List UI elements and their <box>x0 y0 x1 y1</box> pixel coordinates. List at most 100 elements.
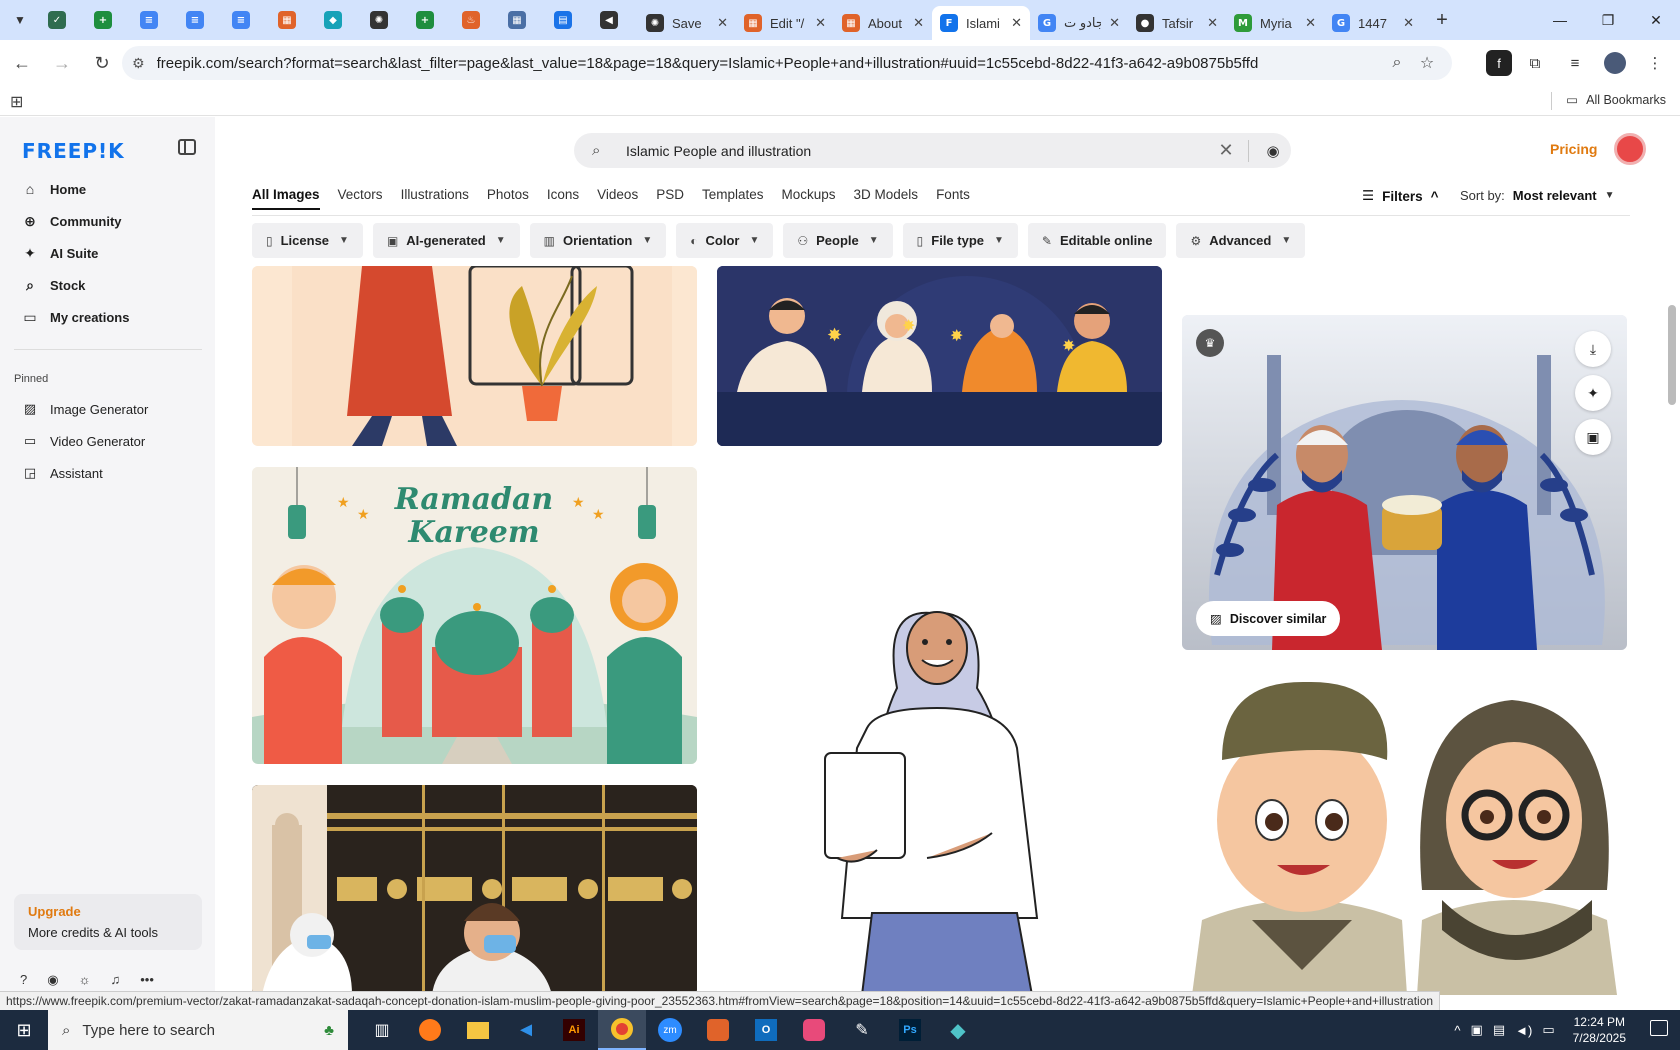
pinned-tab[interactable]: ≡ <box>172 0 218 40</box>
more-icon[interactable]: ••• <box>140 972 154 988</box>
pinned-tab[interactable]: ▤ <box>540 0 586 40</box>
filter-chip-people[interactable]: ⚇ People ▼ <box>783 223 893 258</box>
taskbar-search-box[interactable]: ⌕ Type here to search ♣ <box>48 1010 348 1050</box>
browser-tab[interactable]: ▦ Edit "/ ✕ <box>736 6 834 40</box>
tab-illustrations[interactable]: Illustrations <box>401 187 469 210</box>
sidebar-item-my-creations[interactable]: ▭ My creations <box>14 301 204 333</box>
chrome-icon[interactable] <box>598 1010 646 1050</box>
brand-app-icon[interactable] <box>694 1010 742 1050</box>
search-input[interactable]: Islamic People and illustration <box>626 143 1210 159</box>
browser-tab[interactable]: F Islami ✕ <box>932 6 1030 40</box>
tab-close-icon[interactable]: ✕ <box>717 15 728 31</box>
task-view-icon[interactable]: ▥ <box>358 1010 406 1050</box>
filter-chip-orientation[interactable]: ▥ Orientation ▼ <box>529 223 667 258</box>
image-card-kaaba-hajj[interactable] <box>252 785 697 995</box>
ime-icon[interactable]: ▭ <box>1542 1022 1554 1038</box>
extensions-puzzle-icon[interactable]: ⧉ <box>1518 46 1552 80</box>
discord-icon[interactable]: ◉ <box>47 972 58 988</box>
sidebar-item-community[interactable]: ⊕ Community <box>14 205 204 237</box>
url-text[interactable]: freepik.com/search?format=search&last_fi… <box>157 55 1382 72</box>
browser-tab[interactable]: ▦ About ✕ <box>834 6 932 40</box>
pinned-tab[interactable]: ◆ <box>310 0 356 40</box>
pinned-tab[interactable]: ▦ <box>494 0 540 40</box>
pinned-tab[interactable]: ✓ <box>34 0 80 40</box>
browser-tab[interactable]: G جادو ت ✕ <box>1030 6 1128 40</box>
pinned-tab[interactable]: ♨ <box>448 0 494 40</box>
restore-icon[interactable]: ❐ <box>1584 0 1632 40</box>
notification-bell-icon[interactable]: ♫ <box>111 972 121 988</box>
upgrade-card[interactable]: Upgrade More credits & AI tools <box>14 894 202 950</box>
profile-avatar-icon[interactable] <box>1598 46 1632 80</box>
filter-chip-ai-generated[interactable]: ▣ AI-generated ▼ <box>372 223 520 258</box>
tab-videos[interactable]: Videos <box>597 187 638 210</box>
tab-close-icon[interactable]: ✕ <box>1207 15 1218 31</box>
filter-chip-license[interactable]: ▯ License ▼ <box>252 223 363 258</box>
close-window-icon[interactable]: ✕ <box>1632 0 1680 40</box>
browser-tab[interactable]: M Myria ✕ <box>1226 6 1324 40</box>
tab-vectors[interactable]: Vectors <box>338 187 383 210</box>
address-bar[interactable]: ⚙ freepik.com/search?format=search&last_… <box>122 46 1452 80</box>
tab-templates[interactable]: Templates <box>702 187 764 210</box>
windows-start-icon[interactable]: ⊞ <box>0 1010 48 1050</box>
media-control-icon[interactable]: ≡ <box>1558 46 1592 80</box>
sidebar-item-ai-suite[interactable]: ✦ AI Suite <box>14 237 204 269</box>
taskbar-clock[interactable]: 12:24 PM 7/28/2025 <box>1573 1014 1626 1046</box>
tab-3d-models[interactable]: 3D Models <box>854 187 919 210</box>
freepik-logo[interactable]: FREEP!K <box>22 139 125 163</box>
image-card-cartoon-kids[interactable] <box>1182 670 1627 995</box>
outlook-icon[interactable]: O <box>742 1010 790 1050</box>
browser-tab[interactable]: G 1447 ✕ <box>1324 6 1422 40</box>
browser-tab[interactable]: ● Tafsir ✕ <box>1128 6 1226 40</box>
tab-close-icon[interactable]: ✕ <box>1011 15 1022 31</box>
tab-close-icon[interactable]: ✕ <box>815 15 826 31</box>
tab-mockups[interactable]: Mockups <box>782 187 836 210</box>
pinned-item-video-generator[interactable]: ▭ Video Generator <box>14 425 204 457</box>
forward-icon[interactable]: → <box>44 45 80 81</box>
volume-icon[interactable]: ◄) <box>1515 1023 1532 1038</box>
minimize-icon[interactable]: — <box>1536 0 1584 40</box>
vscode-icon[interactable]: ◄ <box>502 1010 550 1050</box>
image-card-woman-plant[interactable] <box>252 266 697 446</box>
pinned-item-image-generator[interactable]: ▨ Image Generator <box>14 393 204 425</box>
tab-close-icon[interactable]: ✕ <box>913 15 924 31</box>
apps-grid-icon[interactable]: ⊞ <box>10 92 23 112</box>
user-avatar[interactable] <box>1614 133 1646 165</box>
tab-search-chevron-icon[interactable]: ▼ <box>6 6 34 34</box>
tab-close-icon[interactable]: ✕ <box>1403 15 1414 31</box>
tray-display-icon[interactable]: ▣ <box>1471 1022 1483 1038</box>
new-tab-button[interactable]: + <box>1426 4 1458 36</box>
bookmark-star-icon[interactable]: ☆ <box>1412 53 1442 73</box>
filter-chip-editable-online[interactable]: ✎ Editable online <box>1027 223 1167 258</box>
extension-icon[interactable]: f <box>1486 50 1512 76</box>
pinned-tab[interactable]: + <box>80 0 126 40</box>
reload-icon[interactable]: ↻ <box>84 45 120 81</box>
pen-tool-icon[interactable]: ✎ <box>838 1010 886 1050</box>
illustrator-icon[interactable]: Ai <box>550 1010 598 1050</box>
pinned-tab[interactable]: ◀ <box>586 0 632 40</box>
pinned-tab[interactable]: ≡ <box>126 0 172 40</box>
sidebar-item-stock[interactable]: ⌕ Stock <box>14 269 204 301</box>
tab-close-icon[interactable]: ✕ <box>1305 15 1316 31</box>
tab-psd[interactable]: PSD <box>656 187 684 210</box>
pinned-tab[interactable]: ✺ <box>356 0 402 40</box>
filter-chip-color[interactable]: ◐ Color ▼ <box>676 223 774 258</box>
tab-close-icon[interactable]: ✕ <box>1109 15 1120 31</box>
sort-dropdown[interactable]: Sort by: Most relevant ▼ <box>1460 188 1615 203</box>
browser-tab[interactable]: ✺ Save ✕ <box>638 6 736 40</box>
pinned-tab[interactable]: ▦ <box>264 0 310 40</box>
pinned-item-assistant[interactable]: ◲ Assistant <box>14 457 204 489</box>
theme-icon[interactable]: ☼ <box>79 972 91 988</box>
zoom-app-icon[interactable]: zm <box>646 1010 694 1050</box>
creative-cloud-icon[interactable] <box>790 1010 838 1050</box>
sidebar-item-home[interactable]: ⌂ Home <box>14 173 204 205</box>
all-bookmarks-button[interactable]: ▭ All Bookmarks <box>1566 92 1666 108</box>
ai-edit-sparkle-icon[interactable]: ✦ <box>1575 375 1611 411</box>
image-card-hijab-woman-clipboard[interactable] <box>717 588 1162 995</box>
page-scrollbar-thumb[interactable] <box>1668 305 1676 405</box>
zoom-icon[interactable]: ⌕ <box>1382 54 1412 72</box>
image-card-sparklers-group[interactable]: ✸ ✸ ✸ ✸ <box>717 266 1162 446</box>
back-icon[interactable]: ← <box>4 45 40 81</box>
pricing-link[interactable]: Pricing <box>1550 141 1597 157</box>
firefox-icon[interactable] <box>406 1010 454 1050</box>
filter-chip-file-type[interactable]: ▯ File type ▼ <box>902 223 1018 258</box>
